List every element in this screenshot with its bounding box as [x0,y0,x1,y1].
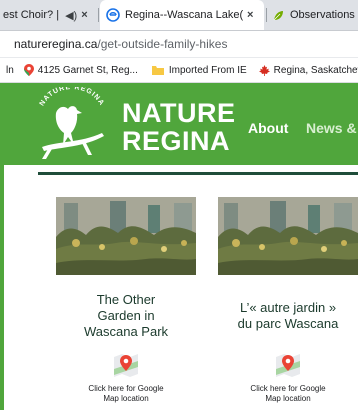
card-title-line: du parc Wascana [237,316,339,331]
tab-label: est Choir? | [3,9,60,21]
card-title-line: Garden in [97,308,155,323]
bookmarks-bar: ln 4125 Garnet St, Reg... Imported From … [0,58,358,83]
garden-photo[interactable] [56,197,196,275]
card-title-line: The Other [96,292,156,307]
hike-card-autre-jardin: L’« autre jardin » du parc Wascana Click… [218,197,358,404]
map-link-line: Map location [265,394,311,403]
map-link-line: Click here for Google [250,384,326,393]
edge-browser-icon [106,8,120,22]
google-maps-icon[interactable] [113,352,139,378]
bookmark-label: ln [6,64,14,76]
google-map-link[interactable]: Click here for Google Map location [218,384,358,404]
card-title-line: L’« autre jardin » [239,300,337,315]
bookmark-label: 4125 Garnet St, Reg... [37,64,138,76]
bookmark-partial[interactable]: ln [6,65,14,76]
garden-photo[interactable] [218,197,358,275]
tab-choir[interactable]: est Choir? | ◀) × [0,0,101,30]
tab-label: Regina--Wascana Lake(between … [125,9,243,21]
google-maps-icon[interactable] [275,352,301,378]
card-title[interactable]: The Other Garden in Wascana Park [56,292,196,340]
google-map-link[interactable]: Click here for Google Map location [56,384,196,404]
speaker-icon[interactable]: ◀) [65,9,77,22]
url-path: /get-outside-family-hikes [97,37,228,51]
bookmark-imported-ie[interactable]: Imported From IE [151,64,247,76]
section-divider [38,172,358,175]
tab-separator [266,8,267,22]
leaf-icon [273,10,283,20]
bookmark-garnet-st[interactable]: 4125 Garnet St, Reg... [23,64,138,76]
tab-separator [98,8,99,22]
maple-leaf-icon [258,64,270,76]
brand-line: REGINA [122,126,231,156]
nature-regina-logo[interactable]: NATURE REGINA [28,87,116,163]
close-tab-icon[interactable]: × [247,9,253,21]
map-pin-icon [23,64,34,76]
tab-label: Observations · iNa [290,9,358,21]
bookmark-label: Imported From IE [168,64,247,76]
page-left-border [0,165,4,410]
nav-news[interactable]: News & I [306,120,358,136]
close-tab-icon[interactable]: × [81,9,87,21]
card-title[interactable]: L’« autre jardin » du parc Wascana [218,300,358,332]
site-header: NATURE REGINA NATURE REGINA About News &… [0,83,358,165]
tab-wascana-lake[interactable]: Regina--Wascana Lake(between … × [100,0,264,30]
browser-tab-strip: est Choir? | ◀) × Regina--Wascana Lake(b… [0,0,358,31]
hike-card-other-garden: The Other Garden in Wascana Park Click h… [56,197,196,404]
map-link-line: Click here for Google [88,384,164,393]
bookmark-label: Regina, Saskatchew... [273,64,358,76]
logo-arc-text: NATURE REGINA [39,87,105,107]
site-brand-name[interactable]: NATURE REGINA [122,99,236,155]
brand-line: NATURE [122,98,236,128]
folder-icon [151,65,164,75]
svg-text:NATURE REGINA: NATURE REGINA [39,87,106,107]
url-host: natureregina.ca [14,37,98,51]
bookmark-regina-sask[interactable]: Regina, Saskatchew... [258,64,358,76]
tab-inaturalist[interactable]: Observations · iNa [268,0,358,30]
card-title-line: Wascana Park [83,324,169,339]
map-link-line: Map location [103,394,149,403]
address-bar[interactable]: natureregina.ca/get-outside-family-hikes [0,31,358,58]
nav-about[interactable]: About [248,120,288,136]
